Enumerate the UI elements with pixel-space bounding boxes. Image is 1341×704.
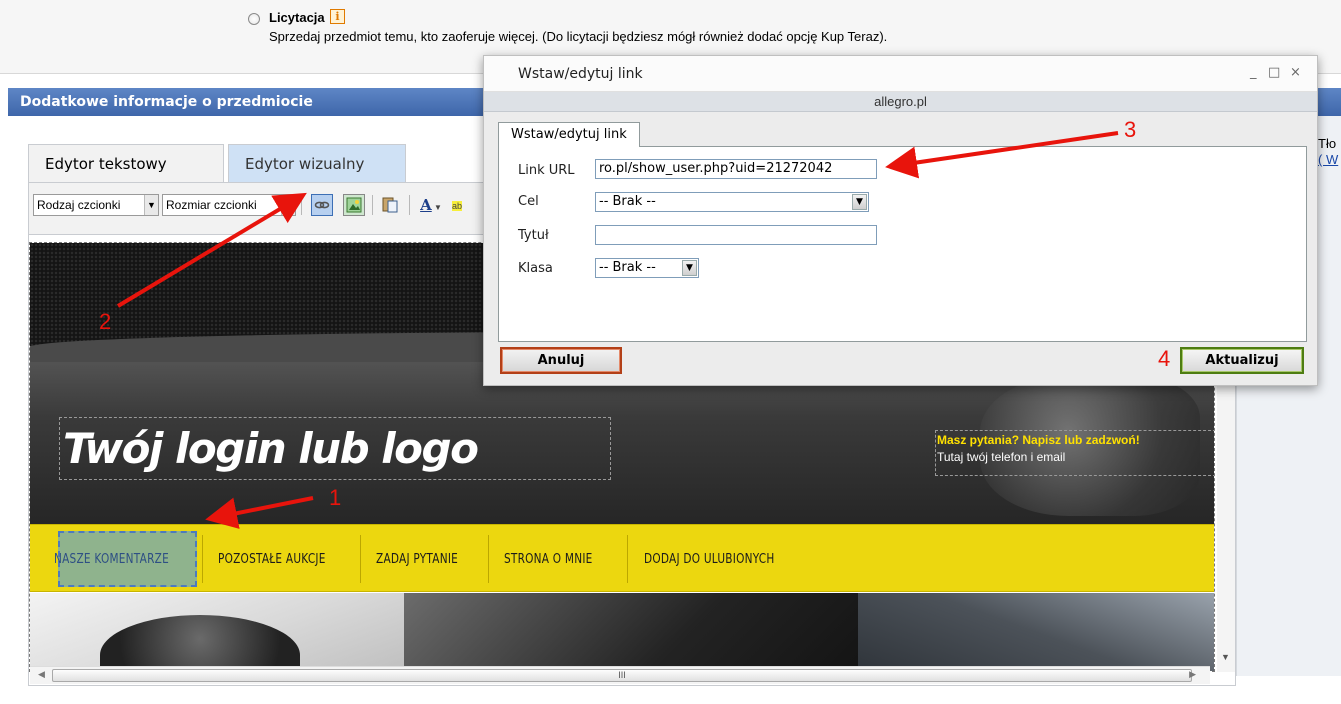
font-size-value: Rozmiar czcionki — [166, 198, 257, 212]
nav-item-about-me[interactable]: STRONA O MNIE — [504, 547, 593, 571]
update-button[interactable]: Aktualizuj — [1180, 347, 1304, 374]
chevron-down-icon: ▼ — [682, 260, 697, 276]
auction-title[interactable]: Licytacja — [269, 10, 325, 25]
nav-item-other-auctions[interactable]: POZOSTAŁE AUKCJE — [218, 547, 326, 571]
contact-text: Tutaj twój telefon i email — [937, 450, 1066, 464]
nav-item-ask-question[interactable]: ZADAJ PYTANIE — [376, 547, 458, 571]
tab-insert-link[interactable]: Wstaw/edytuj link — [498, 122, 640, 147]
chevron-right-icon[interactable]: ▶ — [1189, 669, 1196, 680]
close-icon[interactable]: × — [1290, 65, 1301, 80]
font-size-select[interactable]: Rozmiar czcionki ▼ — [162, 194, 296, 216]
maximize-icon[interactable]: □ — [1268, 65, 1280, 80]
link-icon[interactable] — [311, 194, 333, 216]
font-family-select[interactable]: Rodzaj czcionki ▼ — [33, 194, 159, 216]
paste-icon[interactable] — [379, 194, 401, 216]
nav-separator — [488, 535, 489, 583]
image-icon[interactable] — [343, 194, 365, 216]
info-icon[interactable]: i — [330, 9, 345, 24]
annotation-label-1: 1 — [329, 485, 342, 510]
target-label: Cel — [518, 194, 539, 209]
dialog-domain-bar: allegro.pl — [484, 92, 1317, 112]
nav-separator — [627, 535, 628, 583]
toolbar-separator — [372, 195, 373, 215]
page-root: Licytacja i Sprzedaj przedmiot temu, kto… — [0, 0, 1341, 704]
annotation-label-3: 3 — [1124, 117, 1137, 142]
font-family-value: Rodzaj czcionki — [37, 198, 121, 212]
car-interior-photo — [404, 593, 858, 671]
font-color-icon[interactable]: A ▼ — [417, 194, 445, 216]
tab-text-editor[interactable]: Edytor tekstowy — [28, 144, 224, 182]
right-panel-link[interactable]: ( W — [1318, 152, 1338, 167]
logo-text[interactable]: Twój login lub logo — [63, 424, 479, 473]
toolbar-separator — [301, 195, 302, 215]
nav-separator — [360, 535, 361, 583]
class-select[interactable]: -- Brak -- ▼ — [595, 258, 699, 278]
toolbar-separator — [409, 195, 410, 215]
minimize-icon[interactable]: _ — [1250, 65, 1257, 80]
title-input[interactable] — [595, 225, 877, 245]
nav-item-add-favorites[interactable]: DODAJ DO ULUBIONYCH — [644, 547, 775, 571]
url-label: Link URL — [518, 163, 575, 178]
right-panel-text: Tło ( W — [1318, 136, 1338, 168]
engine-bay-photo — [858, 593, 1214, 671]
link-dialog: Wstaw/edytuj link _ □ × allegro.pl Wstaw… — [483, 55, 1318, 386]
template-nav: NASZE KOMENTARZE POZOSTAŁE AUKCJE ZADAJ … — [30, 524, 1214, 592]
photo-strip — [30, 593, 1214, 671]
contact-question: Masz pytania? Napisz lub zadzwoń! — [937, 433, 1140, 447]
annotation-label-4: 4 — [1158, 346, 1171, 371]
chevron-down-icon: ▼ — [852, 194, 867, 210]
nav-item-comments[interactable]: NASZE KOMENTARZE — [54, 547, 169, 571]
target-value: -- Brak -- — [599, 194, 656, 209]
engine-shape — [100, 615, 300, 671]
auction-description: Sprzedaj przedmiot temu, kto zaoferuje w… — [269, 29, 888, 44]
chevron-down-icon[interactable]: ▼ — [1221, 652, 1230, 662]
annotation-label-2: 2 — [99, 309, 112, 334]
class-value: -- Brak -- — [599, 260, 656, 275]
engine-photo — [30, 593, 404, 671]
nav-separator — [202, 535, 203, 583]
tab-visual-editor[interactable]: Edytor wizualny — [228, 144, 406, 182]
chevron-down-icon: ▼ — [281, 195, 295, 215]
right-panel-label: Tło — [1318, 136, 1337, 151]
dialog-title: Wstaw/edytuj link — [518, 66, 643, 82]
auction-radio[interactable] — [248, 13, 260, 25]
url-input[interactable]: ro.pl/show_user.php?uid=21272042 — [595, 159, 877, 179]
scrollbar-thumb[interactable]: III — [52, 669, 1192, 682]
title-label: Tytuł — [518, 228, 549, 243]
class-label: Klasa — [518, 261, 553, 276]
chevron-down-icon: ▼ — [144, 195, 158, 215]
dialog-titlebar[interactable]: Wstaw/edytuj link _ □ × — [484, 56, 1317, 92]
highlight-icon[interactable]: ab — [447, 194, 467, 216]
cancel-button[interactable]: Anuluj — [500, 347, 622, 374]
horizontal-scrollbar[interactable]: ◀ III ▶ — [30, 666, 1210, 684]
dialog-panel: Link URL ro.pl/show_user.php?uid=2127204… — [498, 146, 1307, 342]
chevron-left-icon[interactable]: ◀ — [38, 669, 45, 680]
target-select[interactable]: -- Brak -- ▼ — [595, 192, 869, 212]
dialog-body: Wstaw/edytuj link Link URL ro.pl/show_us… — [484, 112, 1317, 385]
